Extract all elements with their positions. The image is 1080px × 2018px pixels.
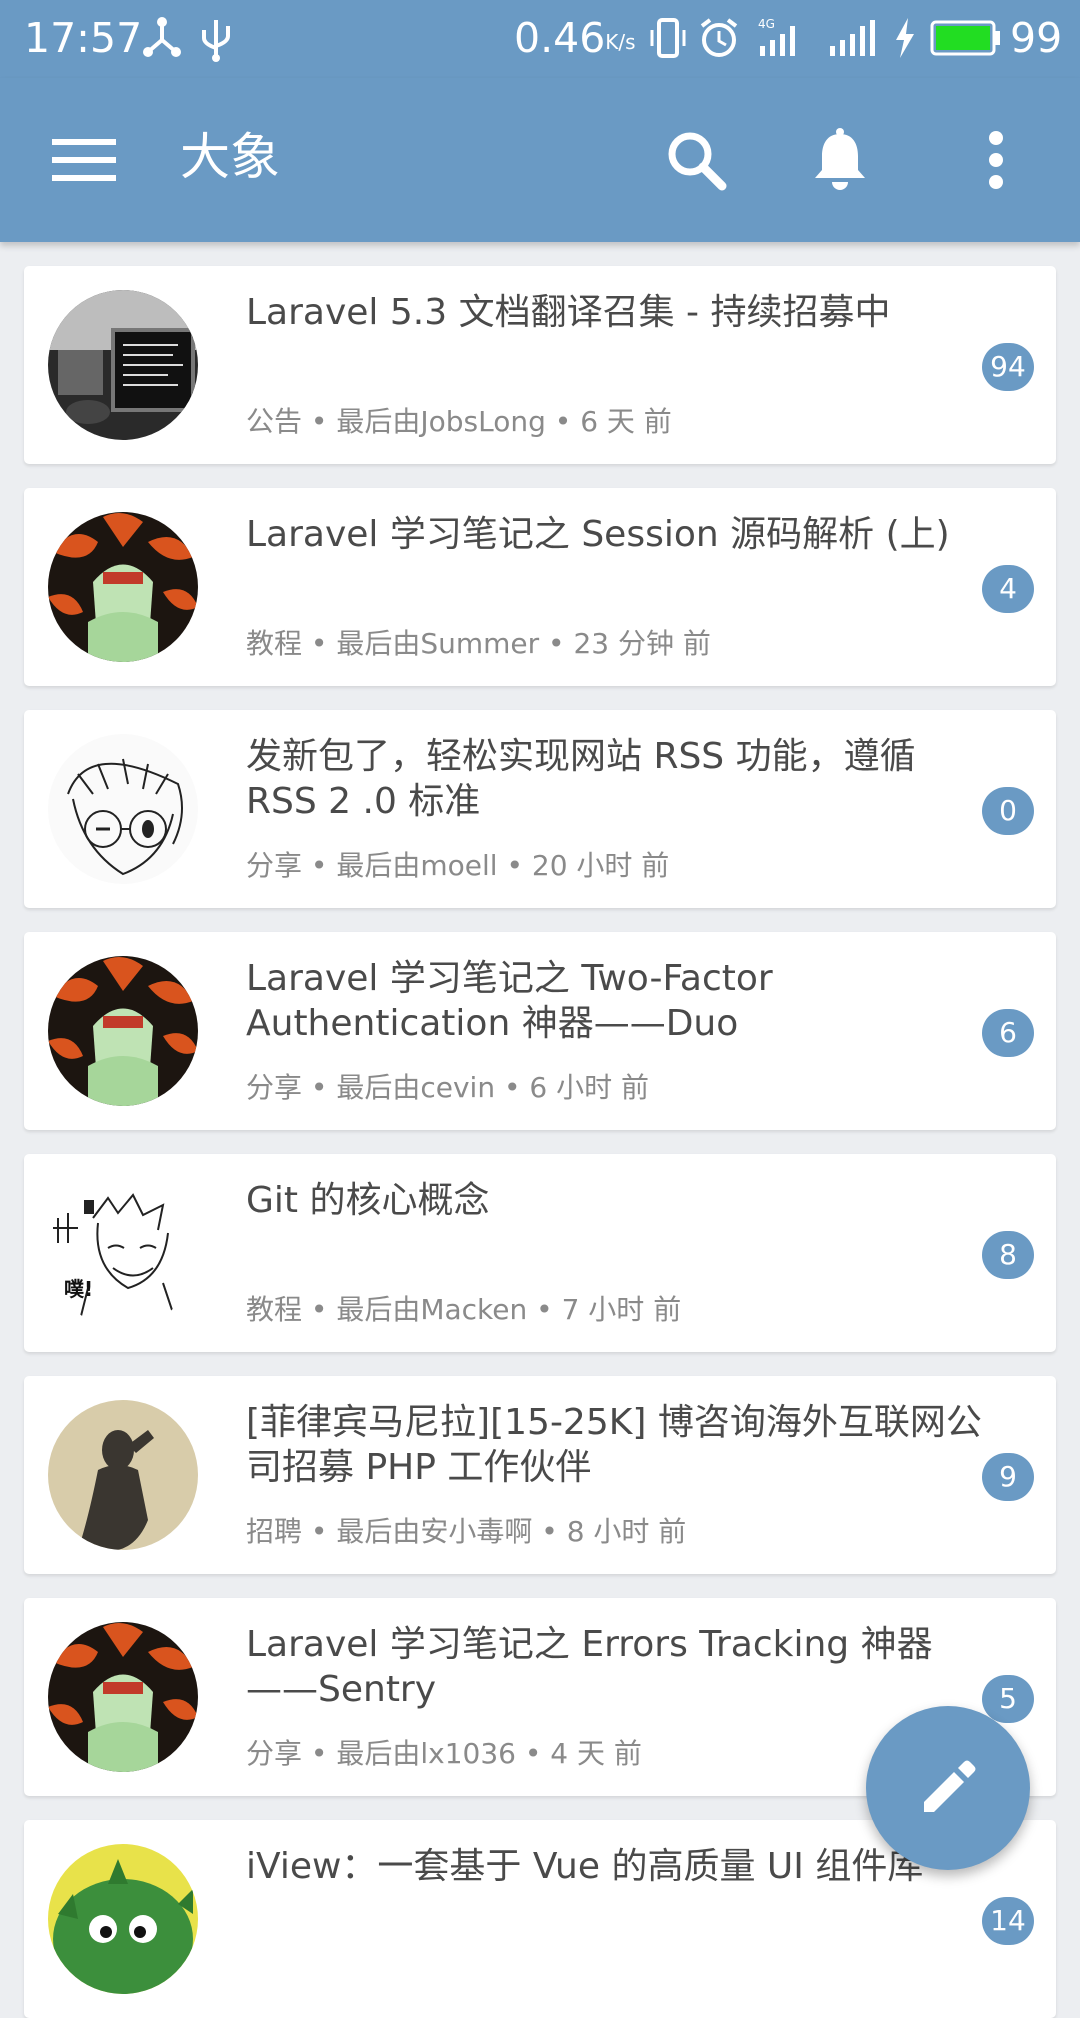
topic-title[interactable]: 发新包了，轻松实现网站 RSS 功能，遵循 RSS 2 .0 标准 <box>246 734 986 824</box>
status-time: 17:57 <box>24 14 143 62</box>
menu-button[interactable] <box>34 110 134 210</box>
topic-meta: 教程 • 最后由Summer • 23 分钟 前 <box>246 627 711 660</box>
avatar[interactable] <box>48 1844 198 1994</box>
reply-count-badge: 6 <box>982 1009 1034 1057</box>
avatar[interactable] <box>48 734 198 884</box>
avatar[interactable] <box>48 512 198 662</box>
topic-title[interactable]: Laravel 学习笔记之 Errors Tracking 神器——Sentry <box>246 1622 986 1712</box>
topic-title[interactable]: Laravel 学习笔记之 Two-Factor Authentication … <box>246 956 986 1046</box>
topic-title[interactable]: Git 的核心概念 <box>246 1178 986 1223</box>
app-bar: 大象 <box>0 78 1080 242</box>
avatar[interactable]: 噗! <box>48 1178 198 1328</box>
alarm-icon <box>698 16 740 64</box>
status-bar: 17:57 0.46K/s 4G 99 <box>0 0 1080 78</box>
search-button[interactable] <box>646 110 746 210</box>
pencil-icon <box>924 1760 976 1812</box>
topic-card[interactable]: [菲律宾马尼拉][15-25K] 博咨询海外互联网公司招募 PHP 工作伙伴 招… <box>24 1376 1056 1574</box>
reply-count-badge: 94 <box>982 343 1034 391</box>
reply-count-badge: 0 <box>982 787 1034 835</box>
charging-icon <box>892 16 918 64</box>
battery-icon <box>930 16 1002 64</box>
reply-count-badge: 8 <box>982 1231 1034 1279</box>
reply-count-badge: 14 <box>982 1897 1034 1945</box>
topic-meta: 教程 • 最后由Macken • 7 小时 前 <box>246 1293 682 1326</box>
topic-title[interactable]: Laravel 5.3 文档翻译召集 - 持续招募中 <box>246 290 986 335</box>
reply-count-badge: 5 <box>982 1675 1034 1723</box>
topic-card[interactable]: Laravel 学习笔记之 Two-Factor Authentication … <box>24 932 1056 1130</box>
search-icon <box>668 132 727 191</box>
topic-meta: 分享 • 最后由cevin • 6 小时 前 <box>246 1071 650 1104</box>
notifications-button[interactable] <box>790 110 890 210</box>
network-speed: 0.46K/s <box>514 14 636 62</box>
more-vert-icon <box>989 131 1003 189</box>
avatar[interactable] <box>48 290 198 440</box>
avatar[interactable] <box>48 956 198 1106</box>
topic-card[interactable]: 噗! Git 的核心概念 教程 • 最后由Macken • 7 小时 前 8 <box>24 1154 1056 1352</box>
signal-icon <box>826 16 876 64</box>
new-topic-button[interactable] <box>866 1706 1030 1870</box>
reply-count-badge: 4 <box>982 565 1034 613</box>
usb-icon <box>198 16 234 66</box>
reply-count-badge: 9 <box>982 1453 1034 1501</box>
vibrate-icon <box>648 16 688 64</box>
share-icon <box>140 16 184 64</box>
avatar[interactable] <box>48 1400 198 1550</box>
topic-card[interactable]: Laravel 学习笔记之 Session 源码解析 (上) 教程 • 最后由S… <box>24 488 1056 686</box>
avatar[interactable] <box>48 1622 198 1772</box>
topic-card[interactable]: 发新包了，轻松实现网站 RSS 功能，遵循 RSS 2 .0 标准 分享 • 最… <box>24 710 1056 908</box>
signal-4g-icon: 4G <box>756 16 806 64</box>
topic-meta: 分享 • 最后由moell • 20 小时 前 <box>246 849 670 882</box>
svg-text:4G: 4G <box>758 17 775 31</box>
topic-title[interactable]: Laravel 学习笔记之 Session 源码解析 (上) <box>246 512 986 557</box>
topic-title[interactable]: [菲律宾马尼拉][15-25K] 博咨询海外互联网公司招募 PHP 工作伙伴 <box>246 1400 986 1490</box>
topic-meta: 分享 • 最后由lx1036 • 4 天 前 <box>246 1737 642 1770</box>
topic-card[interactable]: Laravel 5.3 文档翻译召集 - 持续招募中 公告 • 最后由JobsL… <box>24 266 1056 464</box>
topic-title[interactable]: iView：一套基于 Vue 的高质量 UI 组件库 <box>246 1844 986 1889</box>
topic-meta: 公告 • 最后由JobsLong • 6 天 前 <box>246 405 672 438</box>
page-title: 大象 <box>180 128 280 186</box>
svg-text:噗!: 噗! <box>64 1277 93 1301</box>
menu-icon <box>52 139 116 181</box>
bell-icon <box>815 128 865 190</box>
more-options-button[interactable] <box>946 110 1046 210</box>
battery-level: 99 <box>1010 14 1063 62</box>
topic-meta: 招聘 • 最后由安小毒啊 • 8 小时 前 <box>246 1515 687 1548</box>
